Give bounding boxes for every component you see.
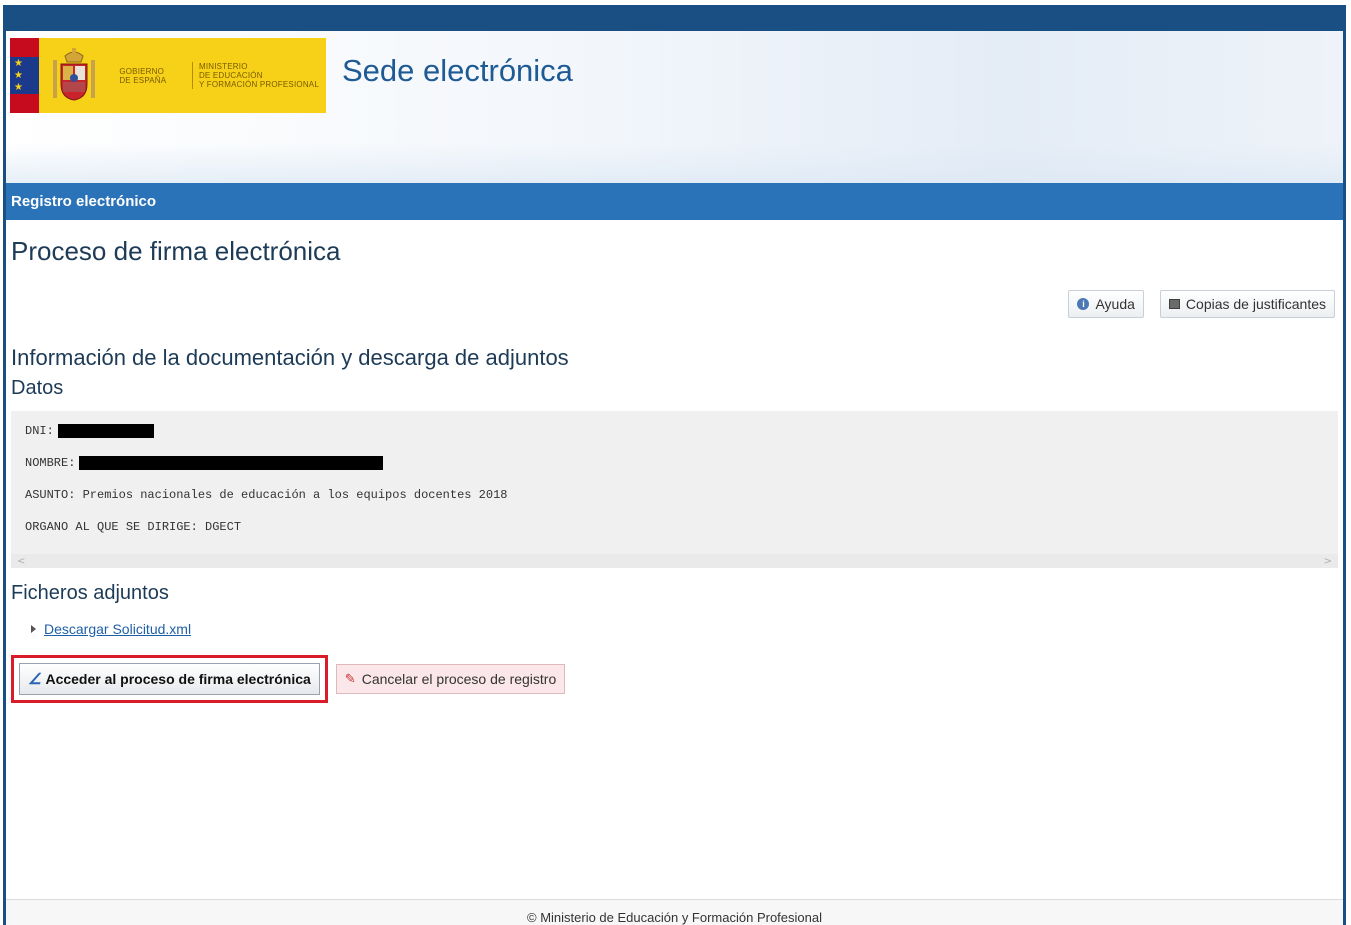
dni-label: DNI: — [25, 424, 54, 438]
pen-icon: ∠ — [28, 671, 42, 688]
page-title: Proceso de firma electrónica — [11, 236, 341, 266]
bullet-arrow-icon — [31, 625, 36, 633]
redacted-dni — [57, 424, 154, 438]
logo-gobierno-text: GOBIERNO DE ESPAÑA — [119, 66, 167, 85]
organo-line: ORGANO AL QUE SE DIRIGE: DGECT — [25, 520, 242, 534]
horizontal-scrollbar[interactable]: < > — [11, 554, 1338, 568]
cancel-process-button[interactable]: ✎ Cancelar el proceso de registro — [335, 664, 566, 694]
nombre-line: NOMBRE: — [25, 456, 384, 470]
datos-title: Datos — [11, 377, 64, 399]
site-header: ★ ★ ★ GOBIERNO DE ESPAÑA MINISTERIO DE E… — [6, 31, 1343, 183]
main-content: Proceso de firma electrónica i Ayuda Cop… — [6, 220, 1343, 703]
toolbar: i Ayuda Copias de justificantes — [1068, 290, 1335, 318]
highlight-box: ∠ Acceder al proceso de firma electrónic… — [11, 655, 328, 703]
files-title: Ficheros adjuntos — [11, 582, 169, 604]
download-solicitud-link[interactable]: Descargar Solicitud.xml — [44, 621, 191, 637]
cancel-icon: ✎ — [344, 671, 356, 686]
coat-of-arms-icon — [47, 46, 101, 106]
actions-row: ∠ Acceder al proceso de firma electrónic… — [11, 655, 1338, 703]
document-icon — [1168, 299, 1180, 309]
help-button-label: Ayuda — [1095, 296, 1135, 312]
redacted-nombre — [79, 456, 384, 470]
info-icon: i — [1077, 298, 1090, 310]
eu-flag-icon: ★ ★ ★ — [10, 38, 40, 113]
file-list-item: Descargar Solicitud.xml — [11, 621, 1338, 637]
dni-line: DNI: — [25, 424, 154, 438]
scroll-right-icon[interactable]: > — [1324, 556, 1332, 567]
sign-process-button[interactable]: ∠ Acceder al proceso de firma electrónic… — [19, 663, 320, 695]
footer: © Ministerio de Educación y Formación Pr… — [6, 899, 1343, 925]
help-button[interactable]: i Ayuda — [1068, 290, 1144, 318]
info-section-title: Información de la documentación y descar… — [11, 345, 569, 370]
government-logo[interactable]: ★ ★ ★ GOBIERNO DE ESPAÑA MINISTERIO DE E… — [10, 38, 326, 113]
logo-ministerio-text: MINISTERIO DE EDUCACIÓN Y FORMACIÓN PROF… — [191, 62, 326, 89]
browser-page: ★ ★ ★ GOBIERNO DE ESPAÑA MINISTERIO DE E… — [3, 5, 1346, 925]
scroll-left-icon[interactable]: < — [17, 556, 25, 567]
cancel-process-label: Cancelar el proceso de registro — [361, 671, 557, 687]
nombre-label: NOMBRE: — [25, 456, 76, 470]
copies-button-label: Copias de justificantes — [1185, 296, 1326, 312]
data-panel: DNI: NOMBRE: ASUNTO: Premios nacionales … — [11, 411, 1338, 568]
copies-button[interactable]: Copias de justificantes — [1159, 290, 1335, 318]
top-bar — [6, 5, 1343, 31]
sign-process-label: Acceder al proceso de firma electrónica — [45, 671, 311, 687]
asunto-line: ASUNTO: Premios nacionales de educación … — [25, 488, 508, 502]
site-title: Sede electrónica — [342, 53, 573, 88]
section-bar: Registro electrónico — [6, 183, 1343, 220]
